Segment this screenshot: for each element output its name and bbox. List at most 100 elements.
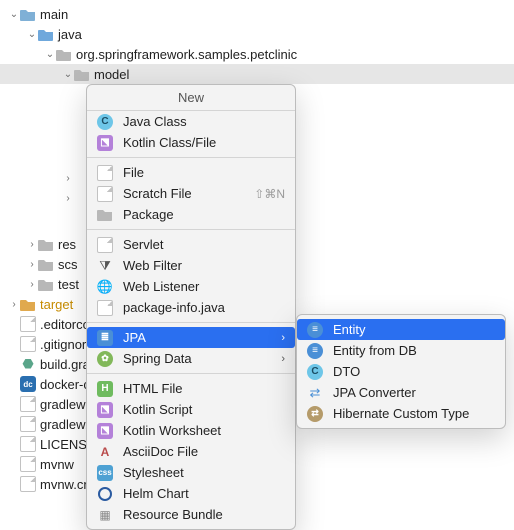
target-folder-icon — [20, 296, 36, 312]
scratch-icon — [97, 186, 113, 202]
menu-item-servlet[interactable]: Servlet — [87, 234, 295, 255]
submenu-item-entity[interactable]: ≡ Entity — [297, 319, 505, 340]
tree-label: main — [40, 7, 68, 22]
file-icon — [20, 396, 36, 412]
menu-separator — [87, 157, 295, 158]
chevron-right-icon: › — [26, 259, 38, 270]
menu-item-label: Kotlin Script — [123, 402, 285, 417]
menu-item-stylesheet[interactable]: css Stylesheet — [87, 462, 295, 483]
menu-separator — [87, 373, 295, 374]
tree-label: res — [58, 237, 76, 252]
tree-label: java — [58, 27, 82, 42]
menu-item-label: Spring Data — [123, 351, 275, 366]
menu-item-label: Scratch File — [123, 186, 254, 201]
menu-item-package[interactable]: Package — [87, 204, 295, 225]
menu-item-file[interactable]: File — [87, 162, 295, 183]
menu-item-label: File — [123, 165, 285, 180]
menu-item-label: DTO — [333, 364, 495, 379]
kotlin-icon: ⬔ — [97, 135, 113, 151]
chevron-right-icon: › — [62, 193, 74, 204]
tree-label: model — [94, 67, 129, 82]
menu-item-kotlin-worksheet[interactable]: ⬔ Kotlin Worksheet — [87, 420, 295, 441]
menu-item-scratch-file[interactable]: Scratch File ⇧⌘N — [87, 183, 295, 204]
menu-item-kotlin-class[interactable]: ⬔ Kotlin Class/File — [87, 132, 295, 153]
tree-label: gradlew. — [40, 417, 88, 432]
menu-item-jpa[interactable]: ≣ JPA › — [87, 327, 295, 348]
globe-icon: 🌐 — [97, 279, 113, 295]
tree-node-main[interactable]: ⌄ main — [0, 4, 514, 24]
menu-item-label: AsciiDoc File — [123, 444, 285, 459]
class-icon: C — [97, 114, 113, 130]
submenu-item-dto[interactable]: C DTO — [297, 361, 505, 382]
tree-label: build.gra — [40, 357, 90, 372]
file-icon — [20, 416, 36, 432]
menu-item-label: Kotlin Worksheet — [123, 423, 285, 438]
submenu-item-entity-from-db[interactable]: ≡ Entity from DB — [297, 340, 505, 361]
entity-icon: ≡ — [307, 322, 323, 338]
chevron-down-icon: ⌄ — [26, 29, 38, 40]
menu-item-label: JPA — [123, 330, 275, 345]
menu-item-package-info[interactable]: package-info.java — [87, 297, 295, 318]
jpa-icon: ≣ — [97, 330, 113, 346]
file-icon — [20, 476, 36, 492]
menu-item-asciidoc[interactable]: A AsciiDoc File — [87, 441, 295, 462]
menu-item-label: JPA Converter — [333, 385, 495, 400]
kotlin-icon: ⬔ — [97, 423, 113, 439]
folder-icon — [38, 276, 54, 292]
file-icon — [20, 316, 36, 332]
submenu-arrow-icon: › — [281, 353, 285, 365]
tree-node-package[interactable]: ⌄ org.springframework.samples.petclinic — [0, 44, 514, 64]
menu-title: New — [87, 85, 295, 111]
menu-item-label: Java Class — [123, 114, 285, 129]
converter-icon: ⇄ — [307, 385, 323, 401]
tree-label: gradlew — [40, 397, 86, 412]
tree-label: scs — [58, 257, 78, 272]
submenu-arrow-icon: › — [281, 332, 285, 344]
menu-item-label: Web Listener — [123, 279, 285, 294]
file-icon — [20, 456, 36, 472]
chevron-right-icon: › — [8, 299, 20, 310]
folder-icon — [38, 236, 54, 252]
kotlin-icon: ⬔ — [97, 402, 113, 418]
menu-item-web-listener[interactable]: 🌐 Web Listener — [87, 276, 295, 297]
menu-item-java-class[interactable]: C Java Class — [87, 111, 295, 132]
menu-item-label: Servlet — [123, 237, 285, 252]
package-icon — [56, 46, 72, 62]
folder-icon — [20, 6, 36, 22]
tree-node-model[interactable]: ⌄ model — [0, 64, 514, 84]
tree-label: .editorco — [40, 317, 90, 332]
submenu-item-jpa-converter[interactable]: ⇄ JPA Converter — [297, 382, 505, 403]
menu-item-label: Hibernate Custom Type — [333, 406, 495, 421]
menu-item-spring-data[interactable]: ✿ Spring Data › — [87, 348, 295, 369]
menu-item-label: Resource Bundle — [123, 507, 285, 522]
chevron-down-icon: ⌄ — [44, 49, 56, 60]
tree-label: target — [40, 297, 73, 312]
menu-item-label: Kotlin Class/File — [123, 135, 285, 150]
chevron-right-icon: › — [26, 279, 38, 290]
menu-item-resource-bundle[interactable]: ▦ Resource Bundle — [87, 504, 295, 525]
package-icon — [97, 207, 113, 223]
menu-item-label: package-info.java — [123, 300, 285, 315]
menu-item-kotlin-script[interactable]: ⬔ Kotlin Script — [87, 399, 295, 420]
menu-item-web-filter[interactable]: ⧩ Web Filter — [87, 255, 295, 276]
html-icon: H — [97, 381, 113, 397]
css-icon: css — [97, 465, 113, 481]
package-icon — [74, 66, 90, 82]
folder-icon — [38, 256, 54, 272]
menu-item-label: HTML File — [123, 381, 285, 396]
servlet-icon — [97, 237, 113, 253]
menu-separator — [87, 322, 295, 323]
entity-db-icon: ≡ — [307, 343, 323, 359]
docker-icon: dc — [20, 376, 36, 392]
menu-separator — [87, 229, 295, 230]
menu-item-helm-chart[interactable]: Helm Chart — [87, 483, 295, 504]
bundle-icon: ▦ — [97, 507, 113, 523]
submenu-item-hibernate-type[interactable]: ⇄ Hibernate Custom Type — [297, 403, 505, 424]
file-icon — [97, 165, 113, 181]
menu-item-label: Stylesheet — [123, 465, 285, 480]
new-context-menu: New C Java Class ⬔ Kotlin Class/File Fil… — [86, 84, 296, 530]
menu-item-html-file[interactable]: H HTML File — [87, 378, 295, 399]
file-icon — [20, 336, 36, 352]
tree-label: docker-c — [40, 377, 90, 392]
tree-node-java[interactable]: ⌄ java — [0, 24, 514, 44]
